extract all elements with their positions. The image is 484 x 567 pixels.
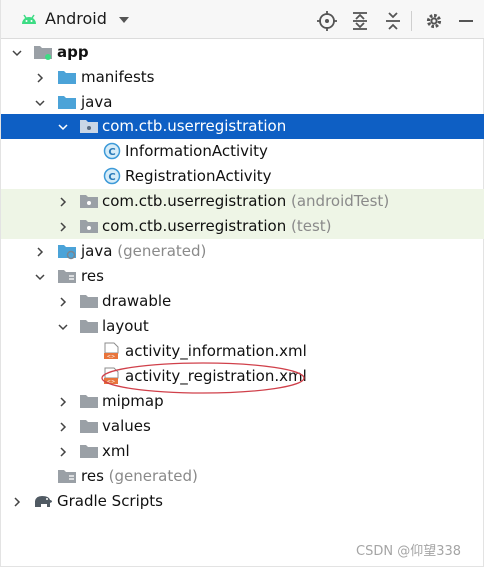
layout-file-icon: <> bbox=[104, 342, 119, 360]
tree-label-manifests: manifests bbox=[81, 68, 155, 86]
project-tool-window: Android app manifests java com.ctb.userr… bbox=[0, 0, 484, 567]
tree-label-xml: xml bbox=[102, 442, 130, 460]
chevron-right-icon[interactable] bbox=[57, 296, 69, 308]
gear-icon[interactable] bbox=[423, 10, 445, 32]
folder-name: res bbox=[81, 467, 104, 485]
collapse-all-icon[interactable] bbox=[382, 10, 404, 32]
chevron-right-icon[interactable] bbox=[57, 221, 69, 233]
package-hint: (androidTest) bbox=[291, 192, 390, 210]
tree-row-values[interactable]: values bbox=[1, 414, 484, 439]
resource-folder-icon bbox=[58, 270, 76, 283]
package-icon bbox=[80, 120, 98, 133]
tree-label-app: app bbox=[57, 43, 89, 61]
dropdown-caret-icon[interactable] bbox=[118, 15, 130, 25]
gradle-elephant-icon bbox=[35, 496, 52, 507]
chevron-right-icon[interactable] bbox=[11, 496, 23, 508]
package-icon bbox=[80, 220, 98, 233]
folder-hint: (generated) bbox=[108, 467, 198, 485]
expand-all-icon[interactable] bbox=[349, 10, 371, 32]
chevron-down-icon[interactable] bbox=[34, 97, 46, 109]
class-icon: C bbox=[103, 142, 121, 160]
folder-icon bbox=[58, 71, 76, 84]
package-icon bbox=[80, 195, 98, 208]
tree-row-java[interactable]: java bbox=[1, 90, 484, 115]
tree-row-res-generated[interactable]: res (generated) bbox=[1, 464, 484, 489]
tree-label-mipmap: mipmap bbox=[102, 392, 164, 410]
tree-label-activity-information-xml: activity_information.xml bbox=[125, 342, 307, 360]
chevron-down-icon[interactable] bbox=[57, 121, 69, 133]
svg-text:<>: <> bbox=[107, 354, 115, 360]
view-selector-label[interactable]: Android bbox=[45, 9, 107, 29]
chevron-right-icon[interactable] bbox=[57, 446, 69, 458]
tree-row-layout[interactable]: layout bbox=[1, 314, 484, 339]
folder-icon bbox=[80, 420, 98, 433]
tree-label-java-generated: java (generated) bbox=[81, 241, 206, 261]
svg-text:C: C bbox=[108, 172, 115, 183]
source-folder-icon bbox=[58, 96, 76, 109]
tree-label-layout: layout bbox=[102, 317, 149, 335]
tree-row-res[interactable]: res bbox=[1, 264, 484, 289]
package-hint: (test) bbox=[291, 217, 332, 235]
folder-icon bbox=[80, 395, 98, 408]
tree-label-values: values bbox=[102, 417, 151, 435]
folder-icon bbox=[80, 445, 98, 458]
tree-label-package-test: com.ctb.userregistration (test) bbox=[102, 216, 332, 236]
tree-label-res-generated: res (generated) bbox=[81, 466, 198, 486]
toolbar-separator bbox=[411, 11, 412, 31]
chevron-right-icon[interactable] bbox=[34, 246, 46, 258]
crosshair-icon[interactable] bbox=[316, 10, 338, 32]
tree-row-package-android-test[interactable]: com.ctb.userregistration (androidTest) bbox=[1, 189, 484, 214]
tree-label-java: java bbox=[81, 93, 113, 111]
tree-row-mipmap[interactable]: mipmap bbox=[1, 389, 484, 414]
tree-row-app[interactable]: app bbox=[1, 40, 484, 65]
tree-row-java-generated[interactable]: java (generated) bbox=[1, 239, 484, 264]
project-toolbar: Android bbox=[1, 0, 484, 39]
android-icon bbox=[22, 14, 36, 24]
folder-name: java bbox=[81, 242, 113, 260]
svg-text:C: C bbox=[108, 147, 115, 158]
folder-hint: (generated) bbox=[117, 242, 207, 260]
chevron-down-icon[interactable] bbox=[11, 47, 23, 59]
tree-label-drawable: drawable bbox=[102, 292, 172, 310]
tree-label-gradle-scripts: Gradle Scripts bbox=[57, 492, 163, 510]
tree-label-res: res bbox=[81, 267, 104, 285]
tree-label-package-android-test: com.ctb.userregistration (androidTest) bbox=[102, 191, 389, 211]
watermark: CSDN @仰望338 bbox=[356, 544, 462, 559]
package-name: com.ctb.userregistration bbox=[102, 217, 287, 235]
module-folder-icon bbox=[34, 46, 52, 60]
folder-icon bbox=[80, 295, 98, 308]
tree-row-package-test[interactable]: com.ctb.userregistration (test) bbox=[1, 214, 484, 239]
tree-row-manifests[interactable]: manifests bbox=[1, 65, 484, 90]
folder-icon bbox=[80, 320, 98, 333]
class-icon: C bbox=[103, 167, 121, 185]
chevron-right-icon[interactable] bbox=[57, 421, 69, 433]
tree-row-package-main[interactable]: com.ctb.userregistration bbox=[1, 114, 484, 139]
chevron-right-icon[interactable] bbox=[57, 196, 69, 208]
tree-label-registration-activity: RegistrationActivity bbox=[125, 167, 272, 185]
chevron-down-icon[interactable] bbox=[34, 271, 46, 283]
chevron-right-icon[interactable] bbox=[34, 72, 46, 84]
hide-icon[interactable] bbox=[455, 10, 477, 32]
package-name: com.ctb.userregistration bbox=[102, 192, 287, 210]
tree-row-gradle-scripts[interactable]: Gradle Scripts bbox=[1, 489, 484, 514]
tree-row-registration-activity[interactable]: C RegistrationActivity bbox=[1, 164, 484, 189]
tree-label-package-main: com.ctb.userregistration bbox=[102, 117, 287, 135]
generated-source-folder-icon bbox=[58, 245, 76, 260]
tree-row-drawable[interactable]: drawable bbox=[1, 289, 484, 314]
chevron-right-icon[interactable] bbox=[57, 396, 69, 408]
tree-row-information-activity[interactable]: C InformationActivity bbox=[1, 139, 484, 164]
tree-label-information-activity: InformationActivity bbox=[125, 142, 268, 160]
tree-row-xml[interactable]: xml bbox=[1, 439, 484, 464]
chevron-down-icon[interactable] bbox=[57, 321, 69, 333]
resource-folder-icon bbox=[58, 470, 76, 483]
